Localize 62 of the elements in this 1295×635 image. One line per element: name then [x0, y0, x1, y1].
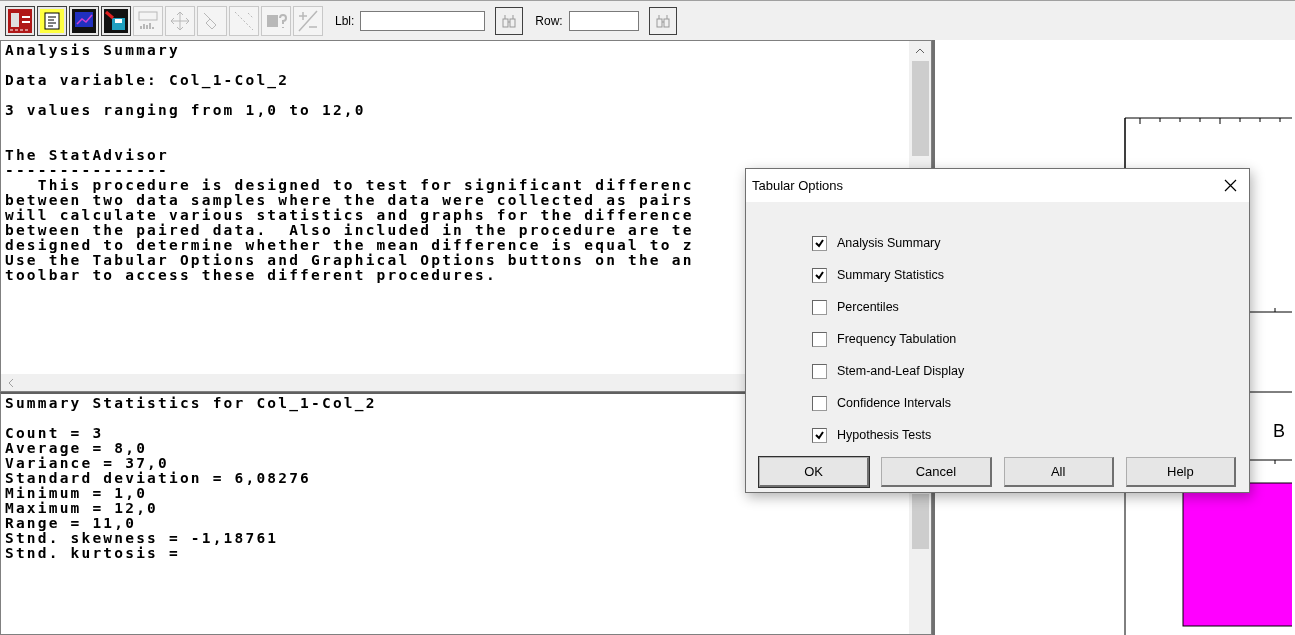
option-label: Hypothesis Tests — [837, 428, 932, 442]
output-line: Variance = 37,0 — [5, 456, 169, 471]
output-line: --------------- — [5, 163, 169, 178]
chart-icon — [72, 8, 96, 33]
chart-label: B — [1273, 421, 1285, 441]
output-line: Average = 8,0 — [5, 441, 148, 456]
output-line: Stnd. skewness = -1,18761 — [5, 531, 279, 546]
find-row-button[interactable] — [648, 6, 677, 35]
output-line: Analysis Summary — [5, 43, 180, 58]
binoculars-icon — [501, 12, 518, 29]
scroll-left-icon — [7, 377, 14, 388]
toolbar-button[interactable] — [69, 5, 99, 36]
output-line: between the paired data. Also included in the procedure are te — [5, 223, 694, 238]
scroll-up-icon — [915, 47, 925, 55]
label-search-field[interactable] — [360, 10, 486, 31]
label-search-label: Lbl: — [335, 13, 355, 28]
checkbox[interactable] — [812, 395, 827, 411]
save-icon — [104, 8, 128, 33]
option-label: Confidence Intervals — [837, 396, 951, 410]
checkbox[interactable] — [812, 299, 827, 315]
output-line: between two data samples where the data were collected as pairs — [5, 193, 694, 208]
find-label-button[interactable] — [495, 6, 524, 35]
checkbox[interactable] — [812, 235, 827, 251]
output-line: will calculate various statistics and graphs for the difference — [5, 208, 694, 223]
output-line: 3 values ranging from 1,0 to 12,0 — [5, 103, 366, 118]
checkbox[interactable] — [812, 331, 827, 347]
output-line: Standard deviation = 6,08276 — [5, 471, 312, 486]
output-line: Range = 11,0 — [5, 516, 137, 531]
dialog-button[interactable]: Help — [1125, 457, 1236, 487]
toolbar-button[interactable] — [37, 5, 67, 36]
output-line: designed to determine whether the mean difference is equal to z — [5, 238, 694, 253]
toolbar-button[interactable] — [5, 5, 35, 36]
output-line: Data variable: Col_1-Col_2 — [5, 73, 290, 88]
checkbox[interactable] — [812, 427, 827, 443]
row-search-label: Row: — [535, 13, 563, 28]
output-line: The StatAdvisor — [5, 148, 169, 163]
document-icon — [40, 8, 64, 33]
checkbox[interactable] — [812, 363, 827, 379]
checkbox[interactable] — [812, 267, 827, 283]
dialog-button[interactable]: All — [1003, 457, 1114, 487]
toolbar-button[interactable] — [101, 5, 131, 36]
plus-minus-icon — [296, 8, 320, 33]
output-line: This procedure is designed to test for significant differenc — [36, 178, 694, 193]
option-label: Summary Statistics — [837, 268, 944, 282]
option-label: Analysis Summary — [837, 236, 941, 250]
output-line: Stnd. kurtosis = — [5, 546, 180, 561]
output-line: toolbar to access these different procedures. — [5, 268, 497, 283]
option-label: Stem-and-Leaf Display — [837, 364, 965, 378]
option-label: Percentiles — [837, 300, 899, 314]
dialog-title: Tabular Options — [752, 178, 844, 193]
output-line: Summary Statistics for Col_1-Col_2 — [5, 396, 377, 411]
output-line: Use the Tabular Options and Graphical Options buttons on the an — [5, 253, 694, 268]
output-line: Maximum = 12,0 — [5, 501, 159, 516]
close-icon — [1224, 179, 1237, 192]
binoculars-icon — [654, 12, 671, 29]
dialog-button[interactable]: OK — [759, 457, 870, 487]
dialog-button[interactable]: Cancel — [881, 457, 992, 487]
output-line: Minimum = 1,0 — [5, 486, 148, 501]
table-icon — [8, 8, 32, 33]
row-search-field[interactable] — [568, 10, 639, 31]
output-line: Count = 3 — [5, 426, 104, 441]
option-label: Frequency Tabulation — [837, 332, 957, 346]
